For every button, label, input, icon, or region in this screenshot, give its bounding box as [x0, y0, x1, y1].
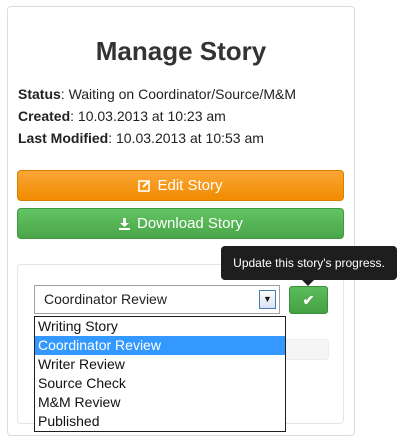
update-progress-button[interactable]: ✔ [289, 286, 328, 314]
created-value: : 10.03.2013 at 10:23 am [70, 108, 226, 124]
option-source-check[interactable]: Source Check [35, 374, 285, 393]
edit-story-label: Edit Story [157, 177, 223, 194]
option-published[interactable]: Published [35, 412, 285, 431]
progress-bar [285, 339, 329, 360]
progress-select-value: Coordinator Review [44, 291, 167, 307]
option-coordinator-review[interactable]: Coordinator Review [35, 336, 285, 355]
modified-label: Last Modified [18, 130, 109, 146]
edit-icon [138, 180, 151, 192]
progress-options-list: Writing Story Coordinator Review Writer … [34, 316, 286, 432]
modified-line: Last Modified: 10.03.2013 at 10:53 am [18, 130, 264, 146]
progress-tooltip: Update this story's progress. [221, 246, 397, 280]
download-icon [119, 218, 131, 230]
edit-story-button[interactable]: Edit Story [17, 170, 344, 201]
status-value: : Waiting on Coordinator/Source/M&M [60, 86, 297, 102]
chevron-down-icon[interactable]: ▼ [259, 290, 276, 309]
option-writer-review[interactable]: Writer Review [35, 355, 285, 374]
page-title: Manage Story [95, 36, 267, 66]
created-line: Created: 10.03.2013 at 10:23 am [18, 108, 226, 124]
download-story-label: Download Story [137, 215, 243, 232]
modified-value: : 10.03.2013 at 10:53 am [108, 130, 264, 146]
option-mm-review[interactable]: M&M Review [35, 393, 285, 412]
created-label: Created [18, 108, 71, 124]
tooltip-arrow [302, 280, 314, 286]
option-writing-story[interactable]: Writing Story [35, 317, 285, 336]
download-story-button[interactable]: Download Story [17, 208, 344, 239]
status-label: Status [18, 86, 61, 102]
status-line: Status: Waiting on Coordinator/Source/M&… [18, 86, 296, 102]
progress-select[interactable]: Coordinator Review ▼ [34, 285, 280, 314]
check-icon: ✔ [302, 291, 315, 308]
